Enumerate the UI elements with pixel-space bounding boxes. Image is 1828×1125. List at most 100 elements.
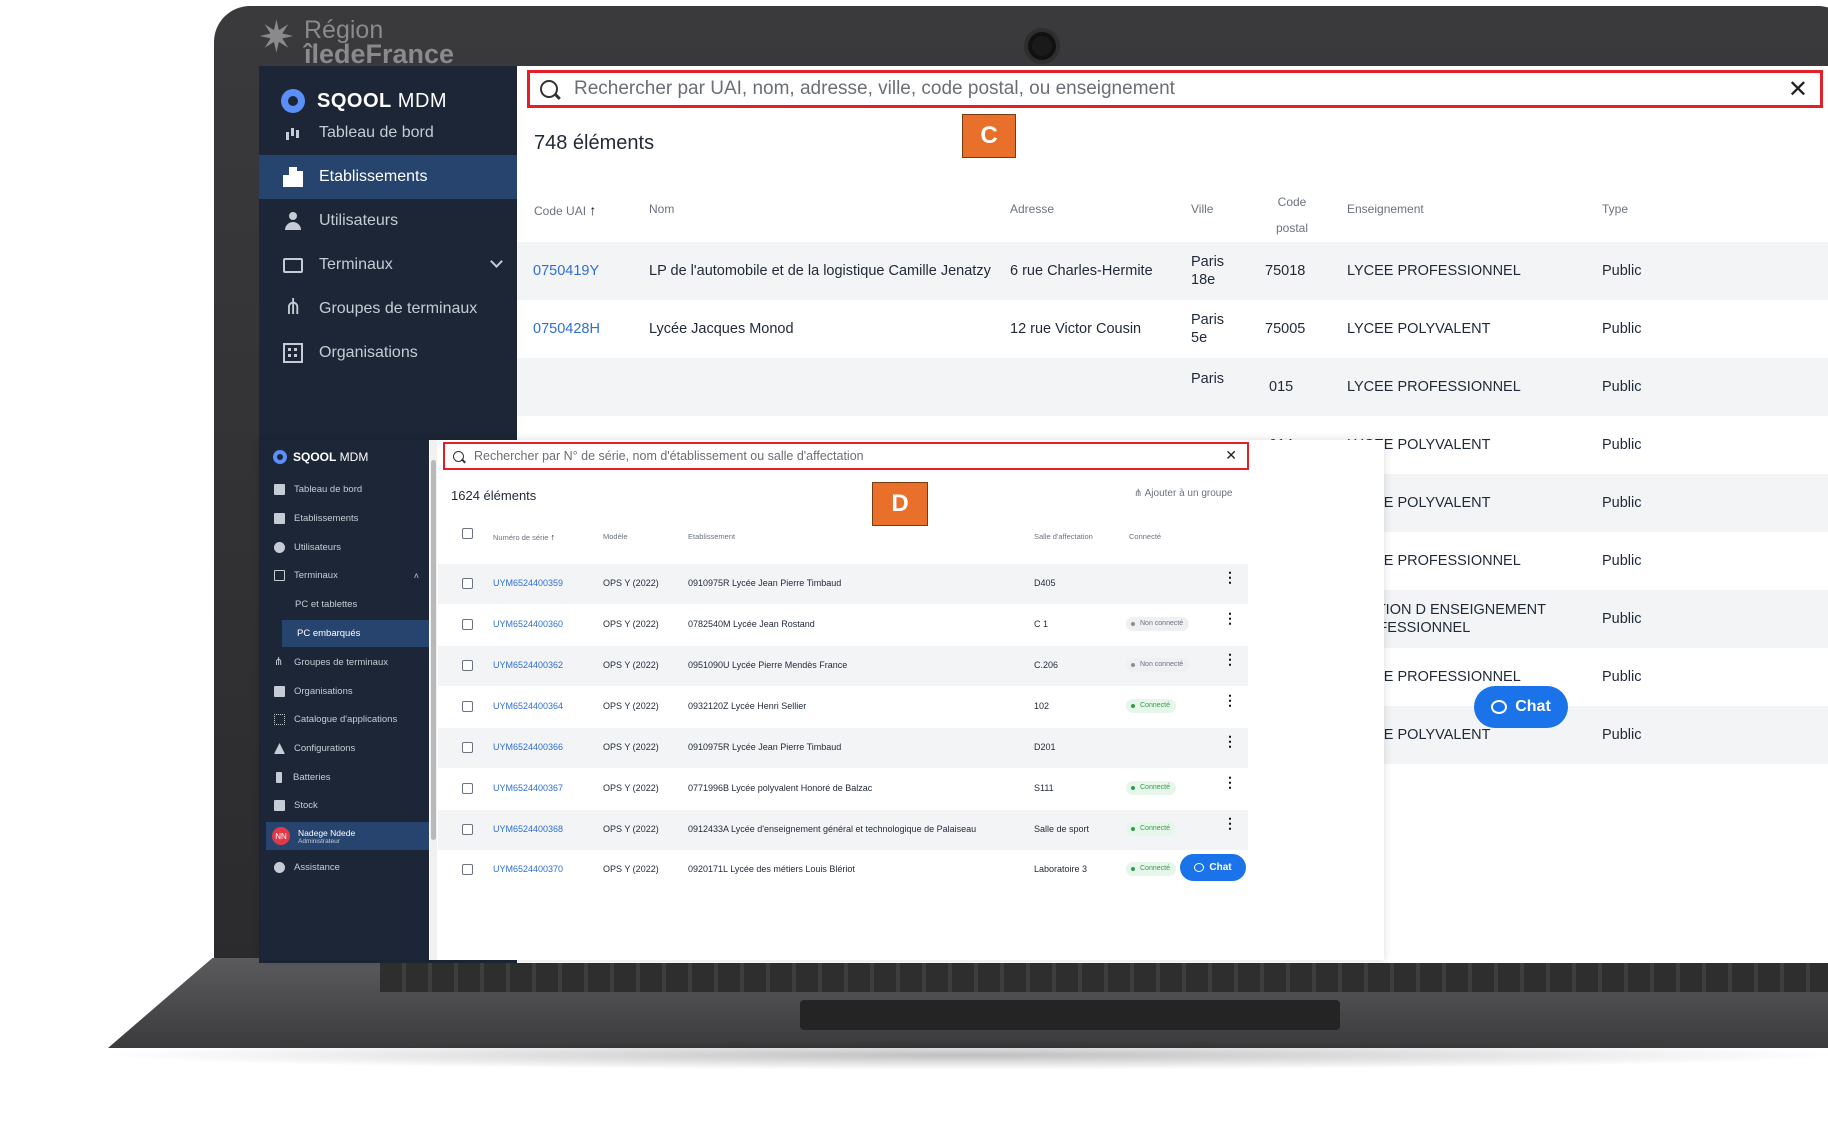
sidebar-item-etablissements[interactable]: Etablissements — [259, 155, 517, 199]
city: Paris 5e — [1191, 311, 1224, 347]
column-header-code-uai[interactable]: Code UAI ↑ — [534, 202, 596, 218]
row-checkbox[interactable] — [462, 864, 473, 875]
column-header-modele[interactable]: Modèle — [603, 532, 628, 541]
table-row[interactable]: UYM6524400367 OPS Y (2022) 0771996B Lycé… — [438, 769, 1248, 809]
inset-sidebar-item-groupes-de-terminaux[interactable]: ⋔ Groupes de terminaux — [260, 649, 429, 676]
table-row[interactable]: UYM6524400360 OPS Y (2022) 0782540M Lycé… — [438, 605, 1248, 645]
table-row[interactable]: 0750419Y LP de l'automobile et de la log… — [517, 242, 1828, 300]
serial-link[interactable]: UYM6524400360 — [493, 619, 563, 629]
select-all-checkbox[interactable] — [462, 528, 473, 539]
inset-sidebar-item-pc-et-tablettes[interactable]: PC et tablettes — [260, 591, 429, 618]
postal-code: 75005 — [1265, 321, 1306, 337]
establishment: 0910975R Lycée Jean Pierre Timbaud — [688, 742, 842, 752]
sidebar-item-label: Groupes de terminaux — [319, 300, 478, 317]
more-vertical-icon[interactable]: ⋮ — [1223, 734, 1237, 748]
terminal-search-bar[interactable]: ✕ — [443, 442, 1249, 470]
serial-link[interactable]: UYM6524400364 — [493, 701, 563, 711]
column-header-type[interactable]: Type — [1602, 202, 1628, 216]
inset-sidebar-item-assistance[interactable]: Assistance — [260, 854, 429, 881]
inset-scrollbar[interactable] — [430, 440, 437, 960]
column-header-numero-de-serie[interactable]: Numéro de série ↑ — [493, 532, 555, 542]
add-to-group-button[interactable]: ⋔ Ajouter à un groupe — [1134, 488, 1232, 499]
logo-line-2: îledeFrance — [304, 39, 455, 69]
table-row[interactable]: UYM6524400359 OPS Y (2022) 0910975R Lycé… — [438, 564, 1248, 604]
serial-link[interactable]: UYM6524400368 — [493, 824, 563, 834]
more-vertical-icon[interactable]: ⋮ — [1223, 775, 1237, 789]
sidebar-item-terminaux[interactable]: Terminaux — [259, 240, 517, 290]
sidebar-item-groupes-de-terminaux[interactable]: Groupes de terminaux — [259, 284, 517, 334]
establishment-search-bar[interactable]: ✕ — [527, 70, 1823, 108]
uai-link[interactable]: 0750428H — [533, 320, 600, 338]
table-row[interactable]: UYM6524400362 OPS Y (2022) 0951090U Lycé… — [438, 646, 1248, 686]
row-checkbox[interactable] — [462, 619, 473, 630]
establishment-type: Public — [1602, 379, 1642, 395]
serial-link[interactable]: UYM6524400367 — [493, 783, 563, 793]
inset-sidebar-item-batteries[interactable]: Batteries — [260, 764, 429, 791]
current-user[interactable]: NN Nadege Ndede Administrateur — [266, 822, 429, 850]
row-checkbox[interactable] — [462, 701, 473, 712]
chat-button[interactable]: Chat — [1474, 686, 1568, 728]
group-icon: ⋔ — [1134, 488, 1145, 499]
table-row[interactable]: 0750428H Lycée Jacques Monod 12 rue Vict… — [517, 300, 1828, 358]
serial-link[interactable]: UYM6524400359 — [493, 578, 563, 588]
sidebar-item-tableau-de-bord[interactable]: Tableau de bord — [259, 108, 517, 158]
user-name: Nadege Ndede — [298, 827, 356, 838]
more-vertical-icon[interactable]: ⋮ — [1223, 611, 1237, 625]
column-header-enseignement[interactable]: Enseignement — [1347, 202, 1424, 216]
sidebar-item-utilisateurs[interactable]: Utilisateurs — [259, 196, 517, 246]
inset-sidebar-item-tableau-de-bord[interactable]: Tableau de bord — [260, 476, 429, 503]
column-header-label: Code UAI — [534, 204, 587, 218]
postal-code: 015 — [1269, 379, 1294, 395]
serial-link[interactable]: UYM6524400366 — [493, 742, 563, 752]
row-checkbox[interactable] — [462, 783, 473, 794]
chat-bubble-icon — [1491, 700, 1508, 714]
inset-sidebar-item-organisations[interactable]: Organisations — [260, 678, 429, 705]
column-header-connecte[interactable]: Connecté — [1129, 532, 1161, 541]
table-row[interactable]: UYM6524400370 OPS Y (2022) 0920171L Lycé… — [438, 850, 1248, 890]
inset-chat-button[interactable]: Chat — [1180, 854, 1246, 881]
column-header-salle[interactable]: Salle d'affectation — [1034, 532, 1093, 541]
terminal-search-input[interactable] — [474, 449, 1214, 463]
column-header-adresse[interactable]: Adresse — [1010, 202, 1054, 216]
close-icon[interactable]: ✕ — [1788, 75, 1808, 103]
column-header-ville[interactable]: Ville — [1191, 202, 1213, 216]
table-row[interactable]: UYM6524400364 OPS Y (2022) 0932120Z Lycé… — [438, 687, 1248, 727]
uai-link[interactable]: 0750419Y — [533, 262, 599, 280]
column-header-etablissement[interactable]: Etablissement — [688, 532, 735, 541]
inset-sidebar-item-utilisateurs[interactable]: Utilisateurs — [260, 534, 429, 561]
establishment: 0920171L Lycée des métiers Louis Blériot — [688, 864, 855, 874]
inset-sidebar-item-terminaux[interactable]: Terminaux ˄ — [260, 562, 429, 589]
table-row[interactable]: UYM6524400366 OPS Y (2022) 0910975R Lycé… — [438, 728, 1248, 768]
serial-link[interactable]: UYM6524400362 — [493, 660, 563, 670]
row-checkbox[interactable] — [462, 578, 473, 589]
inset-sidebar-item-stock[interactable]: Stock — [260, 792, 429, 819]
inset-sidebar-item-configurations[interactable]: Configurations — [260, 735, 429, 762]
serial-link[interactable]: UYM6524400370 — [493, 864, 563, 874]
more-vertical-icon[interactable]: ⋮ — [1223, 570, 1237, 584]
inset-sidebar-item-etablissements[interactable]: Etablissements — [260, 505, 429, 532]
group-icon: ⋔ — [274, 656, 284, 668]
table-row[interactable]: Paris 015 LYCEE PROFESSIONNEL Public — [517, 358, 1828, 416]
column-header-nom[interactable]: Nom — [649, 202, 674, 216]
column-header-code-postal[interactable]: Code postal — [1276, 189, 1308, 241]
row-checkbox[interactable] — [462, 660, 473, 671]
city-line-2: 5e — [1191, 330, 1208, 346]
sidebar-item-label: PC embarqués — [297, 628, 361, 639]
inset-brand[interactable]: SQOOL MDM — [273, 450, 368, 464]
avatar: NN — [272, 827, 290, 845]
row-checkbox[interactable] — [462, 824, 473, 835]
inset-sidebar-item-pc-embarques[interactable]: PC embarqués — [282, 620, 429, 647]
more-vertical-icon[interactable]: ⋮ — [1223, 652, 1237, 666]
more-vertical-icon[interactable]: ⋮ — [1223, 816, 1237, 830]
inset-sidebar-item-catalogue[interactable]: Catalogue d'applications — [260, 706, 429, 733]
sidebar-item-label: Terminaux — [319, 256, 393, 273]
table-row[interactable]: UYM6524400368 OPS Y (2022) 0912433A Lycé… — [438, 810, 1248, 850]
more-vertical-icon[interactable]: ⋮ — [1223, 693, 1237, 707]
establishment-search-input[interactable] — [574, 78, 1754, 100]
building-icon — [274, 513, 285, 524]
close-icon[interactable]: ✕ — [1225, 448, 1237, 464]
row-checkbox[interactable] — [462, 742, 473, 753]
sidebar-item-organisations[interactable]: Organisations — [259, 328, 517, 378]
column-header-label: postal — [1276, 221, 1309, 235]
battery-icon — [276, 772, 282, 783]
